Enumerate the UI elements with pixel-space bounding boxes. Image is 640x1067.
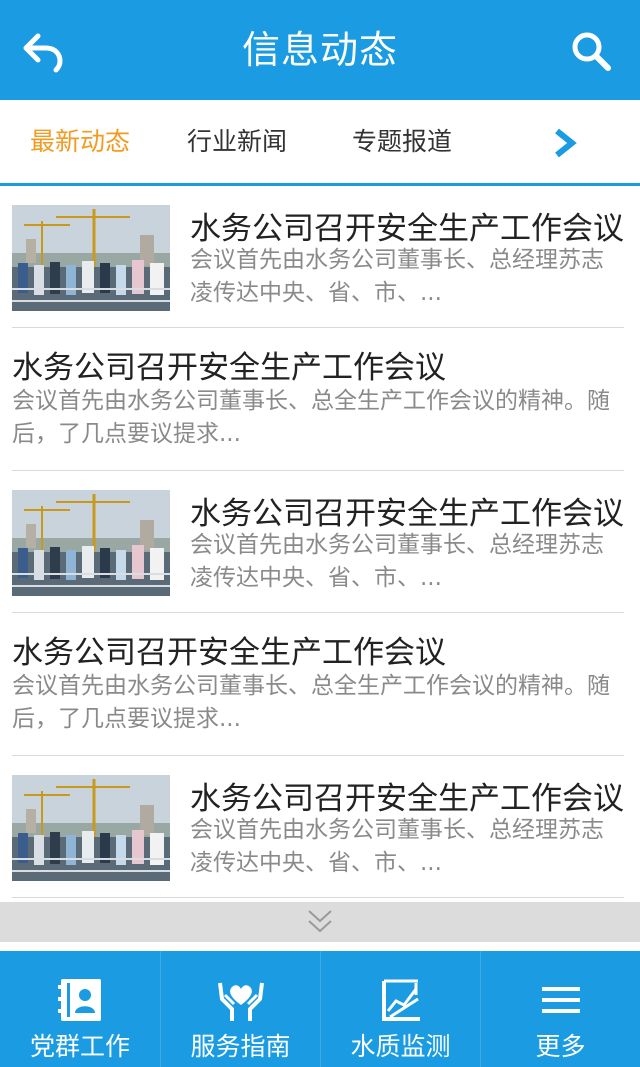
nav-service-guide[interactable]: 服务指南: [160, 951, 320, 1067]
news-summary: 会议首先由水务公司董事长、总经理苏志凌传达中央、省、市、...: [190, 817, 604, 876]
tab-latest[interactable]: 最新动态: [30, 100, 130, 183]
double-chevron-down-icon: [308, 910, 332, 933]
chevron-right-icon[interactable]: [552, 128, 578, 158]
news-item[interactable]: 水务公司召开安全生产工作会议 会议首先由水务公司董事长、总全生产工作会议的精神。…: [12, 328, 624, 471]
search-icon[interactable]: [570, 30, 612, 72]
news-summary: 会议首先由水务公司董事长、总经理苏志凌传达中央、省、市、...: [190, 247, 604, 306]
bottom-nav: 党群工作 服务指南 水质监测 更多: [0, 951, 640, 1067]
nav-party-work[interactable]: 党群工作: [0, 951, 160, 1067]
app-header: 信息动态: [0, 0, 640, 100]
news-item[interactable]: 水务公司召开安全生产工作会议 会议首先由水务公司董事长、总经理苏志凌传达中央、省…: [12, 186, 624, 328]
chart-report-icon: [382, 979, 420, 1021]
news-list: 水务公司召开安全生产工作会议 会议首先由水务公司董事长、总经理苏志凌传达中央、省…: [12, 186, 624, 898]
news-thumbnail: [12, 205, 170, 311]
tab-industry-news[interactable]: 行业新闻: [187, 100, 287, 183]
news-item[interactable]: 水务公司召开安全生产工作会议 会议首先由水务公司董事长、总全生产工作会议的精神。…: [12, 613, 624, 756]
news-title: 水务公司召开安全生产工作会议: [12, 635, 446, 671]
menu-icon: [542, 987, 580, 1013]
contacts-book-icon: [58, 979, 101, 1021]
news-title: 水务公司召开安全生产工作会议: [12, 350, 446, 386]
load-more-button[interactable]: [0, 902, 640, 942]
tab-special-report[interactable]: 专题报道: [352, 100, 452, 183]
news-thumbnail: [12, 490, 170, 596]
nav-water-quality[interactable]: 水质监测: [320, 951, 480, 1067]
news-item[interactable]: 水务公司召开安全生产工作会议 会议首先由水务公司董事长、总经理苏志凌传达中央、省…: [12, 756, 624, 898]
nav-label: 水质监测: [350, 1032, 451, 1061]
nav-label: 更多: [535, 1032, 586, 1061]
news-summary: 会议首先由水务公司董事长、总全生产工作会议的精神。随后，了几点要议提求...: [12, 388, 610, 447]
news-title: 水务公司召开安全生产工作会议: [190, 496, 624, 532]
news-item[interactable]: 水务公司召开安全生产工作会议 会议首先由水务公司董事长、总经理苏志凌传达中央、省…: [12, 471, 624, 613]
category-tabs: 最新动态 行业新闻 专题报道: [0, 100, 640, 186]
nav-label: 服务指南: [190, 1032, 291, 1061]
hands-heart-icon: [218, 982, 264, 1021]
nav-label: 党群工作: [29, 1032, 130, 1061]
news-title: 水务公司召开安全生产工作会议: [190, 781, 624, 817]
news-title: 水务公司召开安全生产工作会议: [190, 211, 624, 247]
nav-more[interactable]: 更多: [480, 951, 640, 1067]
page-title: 信息动态: [241, 28, 398, 72]
news-thumbnail: [12, 775, 170, 881]
news-summary: 会议首先由水务公司董事长、总全生产工作会议的精神。随后，了几点要议提求...: [12, 673, 610, 732]
news-summary: 会议首先由水务公司董事长、总经理苏志凌传达中央、省、市、...: [190, 532, 604, 591]
